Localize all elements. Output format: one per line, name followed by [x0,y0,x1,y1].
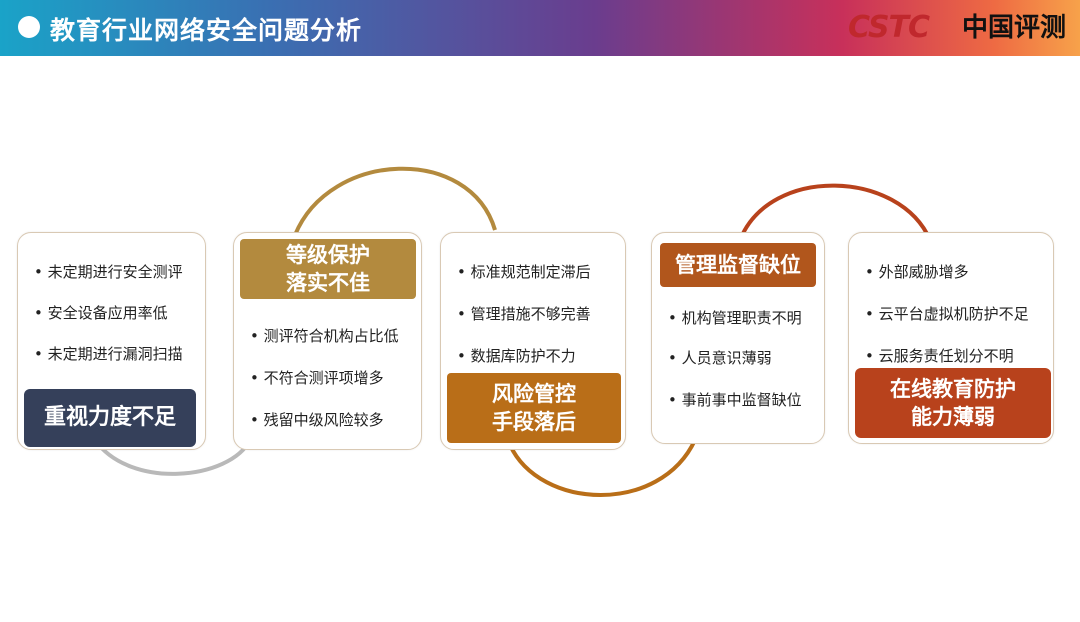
card-online-education: 外部威胁增多 云平台虚拟机防护不足 云服务责任划分不明 在线教育防护 能力薄弱 [848,232,1054,444]
list-item: 未定期进行漏洞扫描 [34,343,183,364]
list-item: 测评符合机构占比低 [250,325,399,346]
list-item: 不符合测评项增多 [250,367,384,388]
card-supervision: 管理监督缺位 机构管理职责不明 人员意识薄弱 事前事中监督缺位 [651,232,825,444]
list-item: 事前事中监督缺位 [668,389,802,410]
list-item: 未定期进行安全测评 [34,261,183,282]
card-label: 等级保护 落实不佳 [240,239,416,299]
list-item: 安全设备应用率低 [34,302,168,323]
card-label: 管理监督缺位 [660,243,816,287]
card-classified-protection: 等级保护 落实不佳 测评符合机构占比低 不符合测评项增多 残留中级风险较多 [233,232,422,450]
list-item: 标准规范制定滞后 [457,261,591,282]
wave-gold [293,166,497,236]
card-label: 在线教育防护 能力薄弱 [855,368,1051,438]
list-item: 外部威胁增多 [865,261,969,282]
card-label: 重视力度不足 [24,389,196,447]
list-item: 云服务责任划分不明 [865,345,1014,366]
list-item: 数据库防护不力 [457,345,576,366]
list-item: 残留中级风险较多 [250,409,384,430]
list-item: 云平台虚拟机防护不足 [865,303,1029,324]
card-risk-control: 标准规范制定滞后 管理措施不够完善 数据库防护不力 风险管控 手段落后 [440,232,626,450]
list-item: 机构管理职责不明 [668,307,802,328]
list-item: 管理措施不够完善 [457,303,591,324]
card-attention: 未定期进行安全测评 安全设备应用率低 未定期进行漏洞扫描 重视力度不足 [17,232,206,450]
card-label: 风险管控 手段落后 [447,373,621,443]
list-item: 人员意识薄弱 [668,347,772,368]
